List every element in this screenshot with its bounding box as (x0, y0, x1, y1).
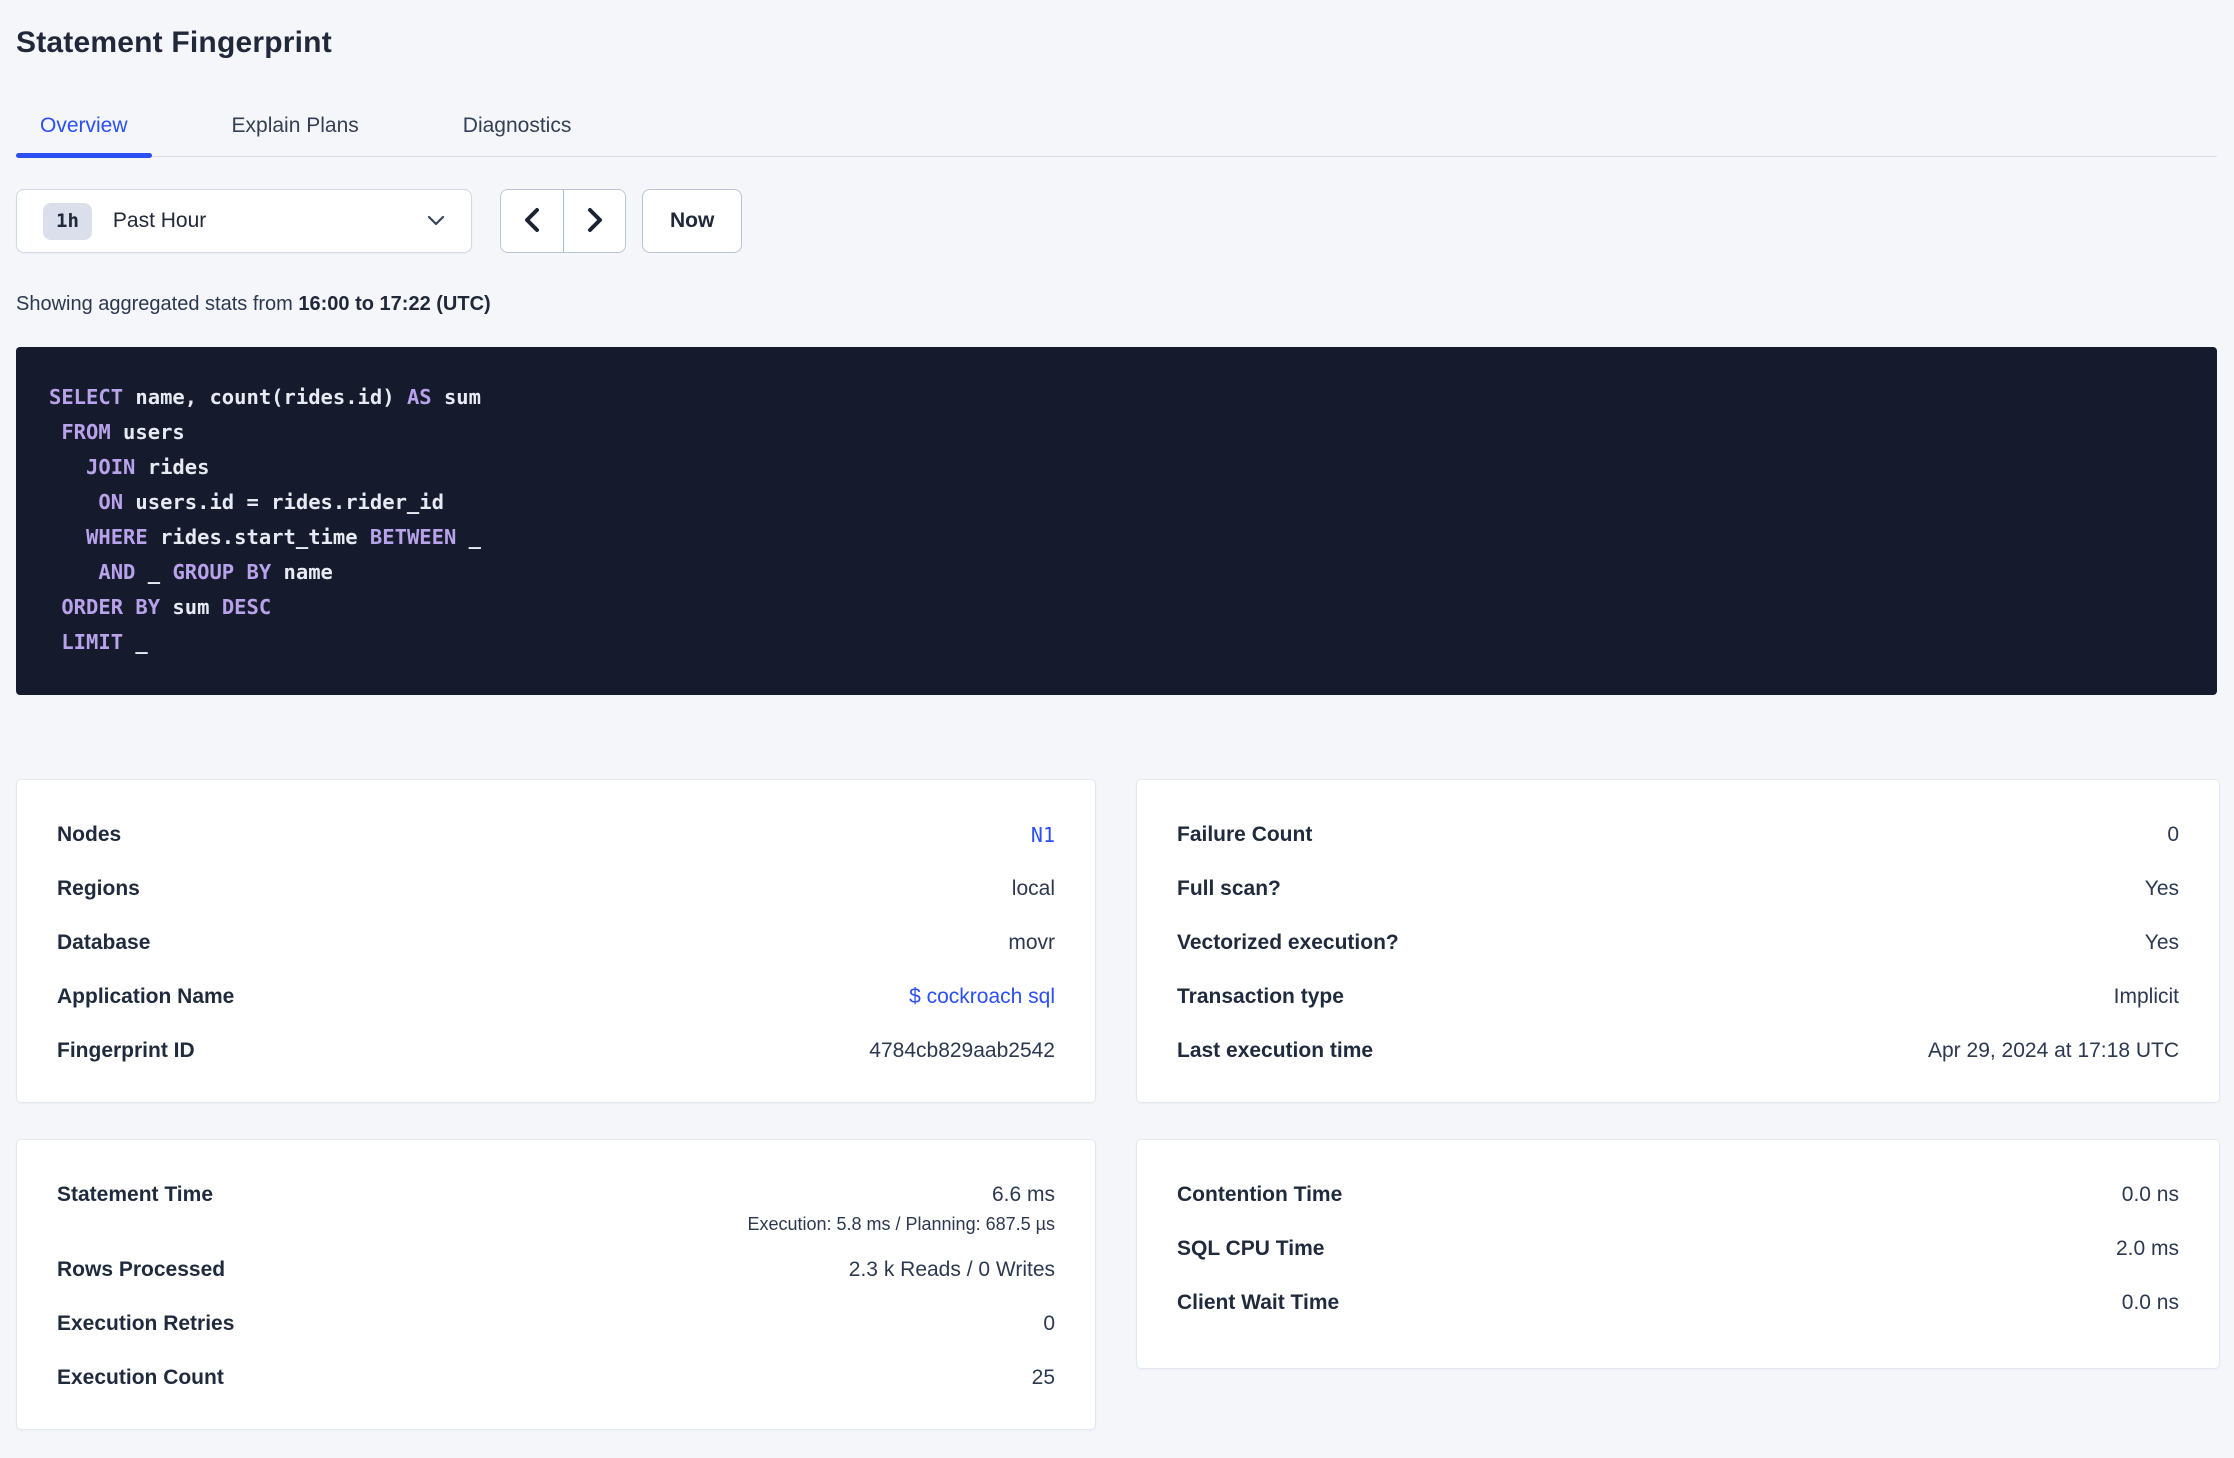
sql-line: SELECT name, count(rides.id) AS sum (49, 385, 481, 409)
stat-value: 0.0 ns (2121, 1183, 2179, 1206)
stat-row: Transaction type Implicit (1177, 970, 2179, 1024)
time-step-buttons (500, 189, 626, 253)
stat-label: Failure Count (1177, 823, 1313, 846)
caption-range: 16:00 to 17:22 (UTC) (298, 293, 491, 315)
stat-label: Transaction type (1177, 985, 1344, 1008)
stat-value: 25 (1031, 1366, 1055, 1389)
sql-statement-box: SELECT name, count(rides.id) AS sum FROM… (16, 347, 2217, 695)
stat-row: Execution Count 25 (57, 1351, 1055, 1405)
statement-stats-card: Statement Time 6.6 ms Execution: 5.8 ms / … (16, 1139, 1096, 1430)
stat-value: 0 (2167, 823, 2179, 846)
sql-line: JOIN rides (86, 455, 210, 479)
page-title: Statement Fingerprint (16, 26, 332, 59)
stat-label: Nodes (57, 823, 122, 846)
prev-range-button[interactable] (501, 190, 563, 252)
stat-row: SQL CPU Time 2.0 ms (1177, 1222, 2179, 1276)
stat-row: Client Wait Time 0.0 ns (1177, 1276, 2179, 1330)
stat-row: Vectorized execution? Yes (1177, 916, 2179, 970)
time-range-label: Past Hour (112, 209, 207, 232)
stat-value-link[interactable]: $ cockroach sql (909, 985, 1055, 1009)
now-button[interactable]: Now (642, 189, 743, 253)
stat-subvalue: Execution: 5.8 ms / Planning: 687.5 µs (747, 1214, 1055, 1234)
stat-value: Yes (2144, 931, 2179, 954)
time-controls: 1h Past Hour Now (16, 189, 2217, 253)
chevron-left-icon (522, 207, 542, 236)
next-range-button[interactable] (563, 190, 625, 252)
stat-row: Database movr (57, 916, 1055, 970)
summary-cards-grid: Nodes N1 Regions local Database movr Applicati… (16, 779, 2220, 1430)
stat-row: Fingerprint ID 4784cb829aab2542 (57, 1024, 1055, 1078)
statement-fingerprint-page: Statement Fingerprint Overview Explain P… (0, 0, 2234, 1458)
stat-label: Last execution time (1177, 1039, 1374, 1062)
stat-row: Rows Processed 2.3 k Reads / 0 Writes (57, 1243, 1055, 1297)
stat-row: Execution Retries 0 (57, 1297, 1055, 1351)
tab-explain-plans[interactable]: Explain Plans (208, 100, 383, 156)
stat-label: Database (57, 931, 151, 954)
stat-label: Application Name (57, 985, 235, 1008)
time-range-dropdown[interactable]: 1h Past Hour (16, 189, 472, 253)
stat-label: SQL CPU Time (1177, 1237, 1325, 1260)
stat-row: Contention Time 0.0 ns (1177, 1168, 2179, 1222)
stat-value-link[interactable]: N1 (1031, 823, 1055, 847)
chevron-right-icon (585, 207, 605, 236)
stat-label: Regions (57, 877, 140, 900)
stat-value: local (1011, 877, 1055, 900)
stat-label: Contention Time (1177, 1183, 1343, 1206)
stat-row: Failure Count 0 (1177, 808, 2179, 862)
stat-row: Nodes N1 (57, 808, 1055, 862)
stat-value: Implicit (2113, 985, 2179, 1008)
tab-diagnostics[interactable]: Diagnostics (439, 100, 596, 156)
sql-line: ORDER BY sum DESC (61, 595, 272, 619)
tab-overview[interactable]: Overview (16, 100, 152, 158)
aggregated-stats-caption: Showing aggregated stats from 16:00 to 1… (16, 293, 2217, 316)
tab-bar: Overview Explain Plans Diagnostics (16, 100, 2217, 158)
stat-row: Full scan? Yes (1177, 862, 2179, 916)
stat-row: Last execution time Apr 29, 2024 at 17:18… (1177, 1024, 2179, 1078)
stat-label: Execution Retries (57, 1312, 235, 1335)
stat-row: Regions local (57, 862, 1055, 916)
caption-prefix: Showing aggregated stats from (16, 293, 299, 315)
execution-attributes-card: Failure Count 0 Full scan? Yes Vectorized ex… (1136, 779, 2220, 1103)
sql-line: LIMIT _ (61, 630, 148, 654)
stat-label: Full scan? (1177, 877, 1281, 900)
stat-value: 2.0 ms (2115, 1237, 2179, 1260)
sql-line: ON users.id = rides.rider_id (98, 490, 444, 514)
timing-stats-card: Contention Time 0.0 ns SQL CPU Time 2.0 ms C… (1136, 1139, 2220, 1369)
sql-line: AND _ GROUP BY name (98, 560, 333, 584)
sql-line: FROM users (61, 420, 185, 444)
sql-line: WHERE rides.start_time BETWEEN _ (86, 525, 482, 549)
stat-label: Rows Processed (57, 1258, 226, 1281)
stat-value: Apr 29, 2024 at 17:18 UTC (1928, 1039, 2179, 1062)
chevron-down-icon (427, 215, 445, 227)
stat-label: Statement Time (57, 1183, 213, 1206)
stat-label: Vectorized execution? (1177, 931, 1399, 954)
stat-value: 2.3 k Reads / 0 Writes (848, 1258, 1055, 1281)
stat-value: movr (1008, 931, 1055, 954)
stat-label: Fingerprint ID (57, 1039, 195, 1062)
stat-value: Yes (2144, 877, 2179, 900)
stat-value: 0.0 ns (2121, 1291, 2179, 1314)
statement-details-card: Nodes N1 Regions local Database movr Applicati… (16, 779, 1096, 1103)
stat-value: 6.6 ms (991, 1183, 1055, 1206)
stat-label: Execution Count (57, 1366, 224, 1389)
time-range-badge: 1h (43, 202, 92, 240)
stat-row: Application Name $ cockroach sql (57, 970, 1055, 1024)
stat-value: 4784cb829aab2542 (869, 1039, 1055, 1062)
stat-label: Client Wait Time (1177, 1291, 1340, 1314)
stat-value: 0 (1043, 1312, 1055, 1335)
